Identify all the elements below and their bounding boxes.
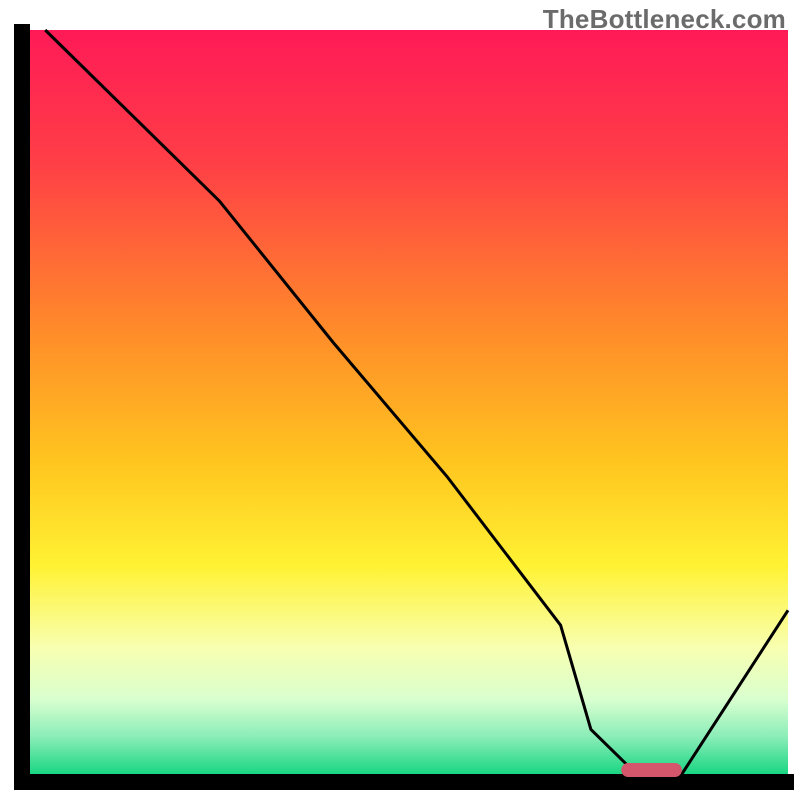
optimal-marker: [621, 763, 682, 777]
chart-gradient-area: [30, 30, 788, 774]
watermark-label: TheBottleneck.com: [543, 4, 786, 35]
chart-svg: [0, 0, 800, 800]
bottleneck-chart: TheBottleneck.com: [0, 0, 800, 800]
